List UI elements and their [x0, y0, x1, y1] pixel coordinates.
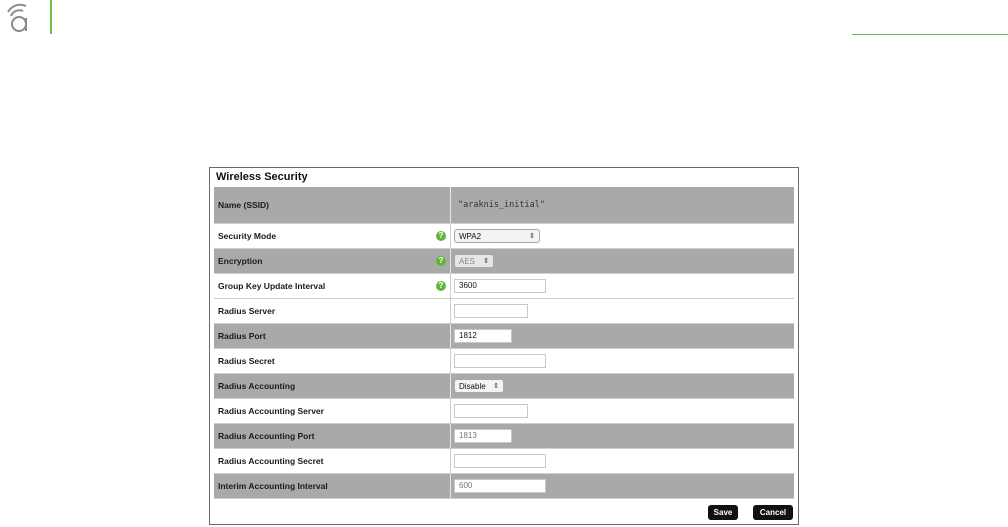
help-circle-icon[interactable]: ?: [436, 231, 446, 241]
group-key-label: Group Key Update Interval: [218, 281, 326, 291]
cancel-button[interactable]: Cancel: [753, 505, 793, 520]
column-divider: [450, 249, 451, 273]
ssid-label: Name (SSID): [218, 200, 270, 210]
row-radius-server: Radius Server: [214, 299, 794, 324]
security-mode-label: Security Mode: [218, 231, 277, 241]
column-divider: [450, 474, 451, 498]
column-divider: [450, 224, 451, 248]
radius-accounting-selected: Disable: [459, 381, 486, 391]
encryption-select[interactable]: AES ⇕: [454, 254, 494, 268]
radius-server-input[interactable]: [454, 304, 528, 318]
radius-acct-secret-input[interactable]: [454, 454, 546, 468]
row-group-key: Group Key Update Interval ? 3600: [214, 274, 794, 299]
select-arrows-icon: ⇕: [483, 258, 489, 265]
radius-acct-port-input[interactable]: 1813: [454, 429, 512, 443]
panel-title: Wireless Security: [216, 171, 308, 183]
encryption-selected: AES: [459, 256, 476, 266]
radius-port-input[interactable]: 1812: [454, 329, 512, 343]
row-security-mode: Security Mode ? WPA2 ⇕: [214, 224, 794, 249]
security-mode-selected: WPA2: [459, 231, 482, 241]
column-divider: [450, 324, 451, 348]
radius-server-label: Radius Server: [218, 306, 276, 316]
security-mode-select[interactable]: WPA2 ⇕: [454, 229, 540, 243]
column-divider: [450, 449, 451, 473]
radius-acct-server-input[interactable]: [454, 404, 528, 418]
interim-label: Interim Accounting Interval: [218, 481, 328, 491]
ssid-value: "araknis_initial": [458, 200, 545, 210]
column-divider: [450, 374, 451, 398]
settings-table: Name (SSID) "araknis_initial" Security M…: [214, 187, 794, 499]
column-divider: [450, 299, 451, 323]
group-key-input[interactable]: 3600: [454, 279, 546, 293]
row-radius-acct-secret: Radius Accounting Secret: [214, 449, 794, 474]
help-circle-icon[interactable]: ?: [436, 281, 446, 291]
radius-acct-server-label: Radius Accounting Server: [218, 406, 324, 416]
logo-divider: [50, 0, 52, 34]
column-divider: [450, 399, 451, 423]
header-rule: [852, 34, 1008, 35]
row-encryption: Encryption ? AES ⇕: [214, 249, 794, 274]
interim-input[interactable]: 600: [454, 479, 546, 493]
page: Wireless Security Name (SSID) "araknis_i…: [0, 0, 1008, 527]
column-divider: [450, 424, 451, 448]
select-arrows-icon: ⇕: [529, 233, 535, 240]
radius-secret-label: Radius Secret: [218, 356, 275, 366]
radius-accounting-select[interactable]: Disable ⇕: [454, 379, 504, 393]
row-radius-secret: Radius Secret: [214, 349, 794, 374]
row-radius-port: Radius Port 1812: [214, 324, 794, 349]
column-divider: [450, 274, 451, 298]
radius-secret-input[interactable]: [454, 354, 546, 368]
radius-acct-secret-label: Radius Accounting Secret: [218, 456, 324, 466]
save-button[interactable]: Save: [708, 505, 738, 520]
encryption-label: Encryption: [218, 256, 263, 266]
radius-accounting-label: Radius Accounting: [218, 381, 296, 391]
row-ssid: Name (SSID) "araknis_initial": [214, 187, 794, 224]
row-interim: Interim Accounting Interval 600: [214, 474, 794, 499]
column-divider: [450, 187, 451, 223]
row-radius-acct-port: Radius Accounting Port 1813: [214, 424, 794, 449]
help-circle-icon[interactable]: ?: [436, 256, 446, 266]
radius-acct-port-label: Radius Accounting Port: [218, 431, 315, 441]
column-divider: [450, 349, 451, 373]
row-radius-accounting: Radius Accounting Disable ⇕: [214, 374, 794, 399]
radius-port-label: Radius Port: [218, 331, 266, 341]
wireless-security-panel: Wireless Security Name (SSID) "araknis_i…: [209, 167, 799, 525]
select-arrows-icon: ⇕: [493, 383, 499, 390]
row-radius-acct-server: Radius Accounting Server: [214, 399, 794, 424]
wifi-a-logo-icon: [7, 3, 27, 32]
